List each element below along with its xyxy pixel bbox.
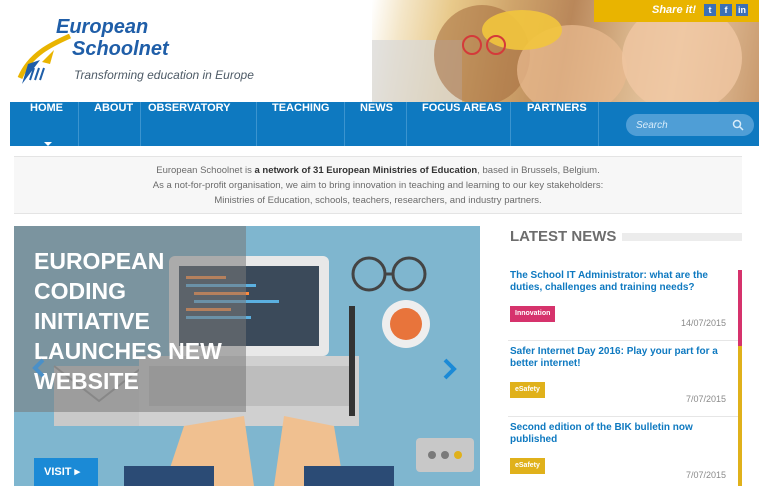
news-divider bbox=[508, 340, 738, 341]
latest-news-heading: LATEST NEWS bbox=[510, 228, 617, 245]
intro-text: European Schoolnet is a network of 31 Eu… bbox=[14, 156, 742, 214]
news-item-title[interactable]: The School IT Administrator: what are th… bbox=[510, 270, 728, 294]
nav-active-indicator bbox=[44, 142, 52, 146]
nav-divider bbox=[256, 102, 257, 146]
nav-divider bbox=[406, 102, 407, 146]
news-item-date: 7/07/2015 bbox=[685, 470, 726, 480]
logo-name-line1: European bbox=[56, 16, 149, 38]
twitter-icon[interactable]: t bbox=[704, 4, 716, 16]
intro-line-1: European Schoolnet is a network of 31 Eu… bbox=[14, 163, 742, 178]
nav-divider bbox=[344, 102, 345, 146]
page-root: European Schoolnet Transforming educatio… bbox=[0, 0, 759, 486]
news-item: Safer Internet Day 2016: Play your part … bbox=[508, 346, 742, 422]
slider-prev-arrow-icon[interactable] bbox=[32, 358, 46, 378]
site-logo[interactable]: European Schoolnet Transforming educatio… bbox=[12, 8, 312, 96]
site-header: European Schoolnet Transforming educatio… bbox=[0, 0, 759, 102]
intro-line-2: As a not-for-profit organisation, we aim… bbox=[152, 180, 604, 191]
slider-dot[interactable] bbox=[428, 451, 436, 459]
slider-dot[interactable] bbox=[441, 451, 449, 459]
featured-slider: European Coding Initiative Launches New … bbox=[14, 226, 480, 486]
header-photo: Share it! t f in bbox=[372, 0, 759, 102]
nav-item-observatory[interactable]: OBSERVATORY bbox=[134, 102, 245, 146]
slide-caption-panel: European Coding Initiative Launches New … bbox=[14, 226, 246, 412]
news-item-tag[interactable]: eSafety bbox=[510, 382, 545, 398]
logo-name-line2: Schoolnet bbox=[72, 38, 169, 60]
news-item-date: 14/07/2015 bbox=[680, 318, 726, 328]
share-bar: Share it! t f in bbox=[594, 0, 759, 22]
nav-item-focus-areas[interactable]: FOCUS AREAS bbox=[408, 102, 516, 146]
logo-tagline: Transforming education in Europe bbox=[74, 68, 254, 82]
intro-line-3: Ministries of Education, schools, teache… bbox=[214, 195, 542, 206]
slide-title: European Coding Initiative Launches New … bbox=[34, 248, 222, 394]
nav-divider bbox=[78, 102, 79, 146]
nav-item-teaching[interactable]: TEACHING bbox=[258, 102, 343, 146]
search-icon[interactable] bbox=[732, 119, 744, 131]
facebook-icon[interactable]: f bbox=[720, 4, 732, 16]
nav-divider bbox=[598, 102, 599, 146]
slider-dot-active[interactable] bbox=[454, 451, 462, 459]
intro-line-1-pre: European Schoolnet is bbox=[156, 165, 255, 176]
news-item: The School IT Administrator: what are th… bbox=[508, 270, 742, 346]
news-item: Second edition of the BIK bulletin now p… bbox=[508, 422, 742, 486]
news-item-tag[interactable]: Innovation bbox=[510, 306, 556, 322]
search-input[interactable] bbox=[636, 117, 724, 133]
share-label: Share it! bbox=[652, 4, 697, 16]
news-item-title[interactable]: Safer Internet Day 2016: Play your part … bbox=[510, 346, 728, 370]
intro-line-1-post: , based in Brussels, Belgium. bbox=[477, 165, 600, 176]
nav-item-partners[interactable]: PARTNERS bbox=[513, 102, 601, 146]
slider-next-arrow-icon[interactable] bbox=[442, 358, 458, 380]
news-divider bbox=[508, 416, 738, 417]
news-item-tag[interactable]: eSafety bbox=[510, 458, 545, 474]
nav-item-news[interactable]: NEWS bbox=[346, 102, 407, 146]
logo-mark-icon bbox=[17, 34, 72, 84]
nav-item-home[interactable]: HOME bbox=[16, 102, 77, 146]
visit-button[interactable]: VISIT ▸ bbox=[34, 458, 98, 486]
linkedin-icon[interactable]: in bbox=[736, 4, 748, 16]
nav-divider bbox=[510, 102, 511, 146]
main-nav: HOME ABOUT OBSERVATORY TEACHING NEWS FOC… bbox=[10, 102, 759, 146]
intro-line-1-bold: a network of 31 European Ministries of E… bbox=[254, 165, 478, 176]
news-item-title[interactable]: Second edition of the BIK bulletin now p… bbox=[510, 422, 728, 446]
latest-news-heading-rule bbox=[622, 233, 742, 241]
search-box bbox=[626, 114, 754, 136]
news-item-date: 7/07/2015 bbox=[685, 394, 726, 404]
slider-pagination bbox=[416, 438, 474, 472]
